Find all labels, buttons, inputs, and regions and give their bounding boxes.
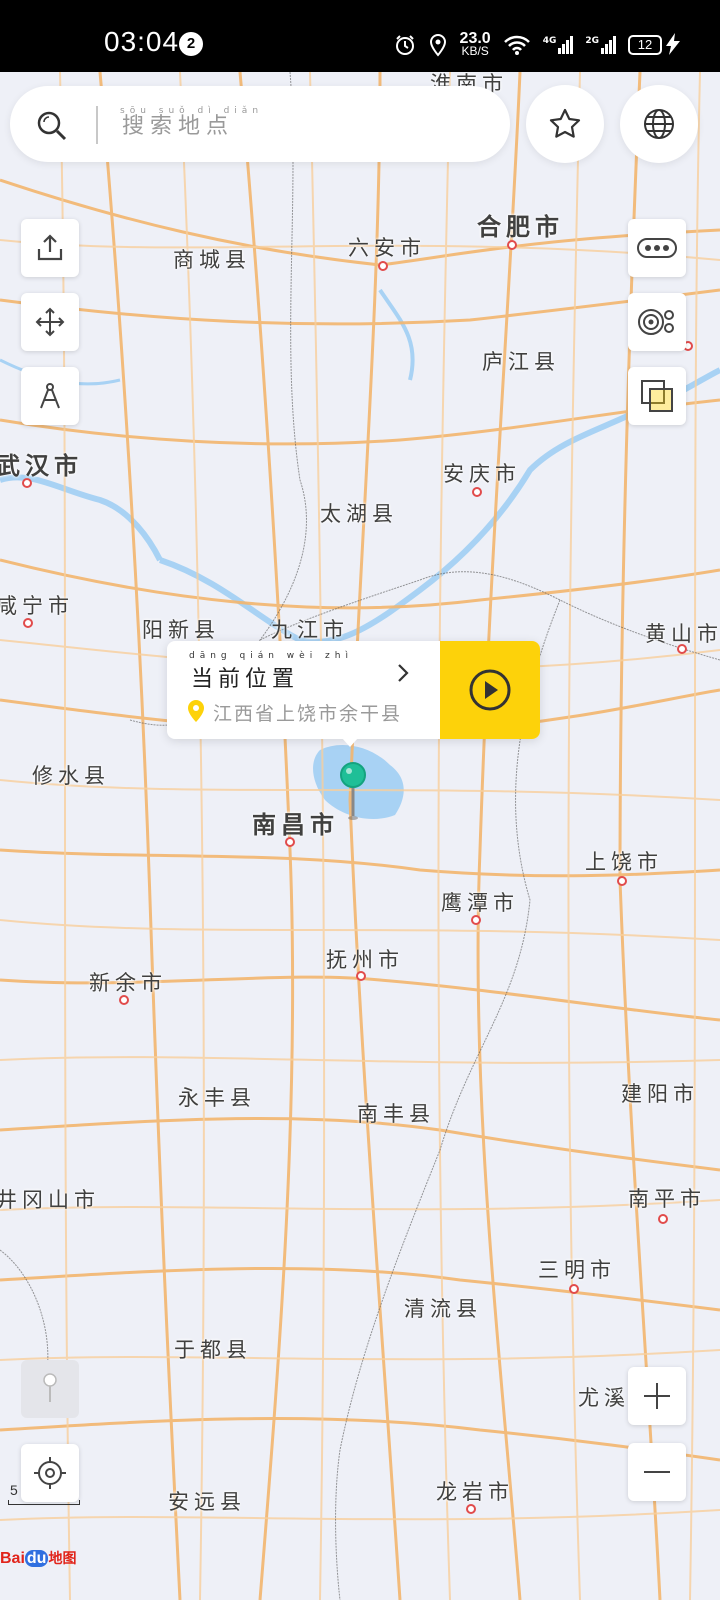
charging-icon — [666, 33, 680, 55]
map-label[interactable]: 南丰县 — [357, 1098, 435, 1128]
signal-4g-icon: 4G — [543, 36, 574, 54]
map-label[interactable]: 抚州市 — [326, 944, 404, 974]
map-label[interactable]: 黄山市 — [645, 618, 720, 648]
map-label[interactable]: 庐江县 — [482, 346, 560, 376]
globe-icon — [644, 109, 674, 139]
share-button[interactable] — [21, 219, 79, 277]
alarm-icon — [395, 35, 414, 55]
map-label[interactable]: 武汉市 — [0, 446, 83, 481]
move-button[interactable] — [21, 293, 79, 351]
more-dots-icon — [637, 238, 677, 258]
map-label[interactable]: 上饶市 — [585, 846, 663, 876]
circles-icon — [638, 309, 674, 335]
map-label[interactable]: 六安市 — [348, 232, 426, 262]
map-label[interactable]: 修水县 — [32, 760, 110, 790]
map-label[interactable]: 永丰县 — [178, 1082, 256, 1112]
map-label[interactable]: 咸宁市 — [0, 590, 74, 620]
net-speed: 23.0 KB/S — [459, 30, 491, 58]
map-label[interactable]: 阳新县 — [142, 614, 220, 644]
globe-button[interactable] — [620, 85, 698, 163]
popup-title: 当前位置 — [191, 667, 300, 692]
star-icon — [549, 108, 581, 138]
map-label[interactable]: 南平市 — [628, 1183, 706, 1213]
map-label[interactable]: 新余市 — [89, 967, 167, 997]
popup-address: 江西省上饶市余干县 — [213, 703, 403, 725]
measure-button[interactable] — [21, 367, 79, 425]
notification-badge: 2 — [179, 32, 203, 56]
baidu-map-logo: Bai du 地图 — [0, 1550, 77, 1567]
current-location-popup[interactable]: dāng qián wèi zhì 当前位置 江西省上饶市余干县 — [167, 641, 540, 739]
signal-2g-icon: 2G — [585, 36, 616, 54]
play-circle-icon — [469, 669, 511, 711]
navigate-play-button[interactable] — [440, 641, 540, 739]
map-label[interactable]: 南昌市 — [252, 805, 339, 840]
search-bar[interactable]: 搜索地点 sōu suǒ dì diǎn — [10, 86, 510, 162]
move-arrows-icon — [35, 307, 65, 337]
map-layers-button[interactable] — [628, 367, 686, 425]
location-icon — [429, 33, 446, 57]
map-label[interactable]: 清流县 — [404, 1293, 482, 1323]
map-label[interactable]: 三明市 — [538, 1254, 616, 1284]
my-location-button[interactable] — [21, 1444, 79, 1502]
pin-small-icon — [43, 1373, 57, 1402]
compass-drafting-icon — [40, 383, 60, 409]
search-placeholder-pinyin: sōu suǒ dì diǎn — [120, 106, 264, 116]
street-view-button[interactable] — [21, 1360, 79, 1418]
map-label[interactable]: 建阳市 — [621, 1078, 699, 1108]
map-label[interactable]: 龙岩市 — [436, 1476, 514, 1506]
map-label[interactable]: 安庆市 — [443, 458, 521, 488]
minus-icon — [644, 1471, 670, 1473]
status-bar: 03:04 2 23.0 KB/S 4G 2G 12 — [0, 0, 720, 72]
search-icon — [37, 111, 67, 141]
chevron-right-icon — [398, 664, 409, 682]
battery-icon: 12 — [628, 35, 662, 55]
favorites-button[interactable] — [526, 85, 604, 163]
map-label[interactable]: 太湖县 — [320, 498, 398, 528]
map-label[interactable]: 商城县 — [173, 244, 251, 274]
plus-icon — [644, 1383, 670, 1409]
map-label[interactable]: 井冈山市 — [0, 1184, 100, 1214]
crosshair-icon — [34, 1457, 66, 1489]
more-options-button[interactable] — [628, 219, 686, 277]
layers-icon — [641, 380, 673, 412]
search-divider — [96, 106, 98, 144]
location-pin-icon — [188, 700, 204, 722]
scale-label: 5 — [10, 1482, 18, 1498]
map-label[interactable]: 九江市 — [271, 614, 349, 644]
zoom-in-button[interactable] — [628, 1367, 686, 1425]
map-label[interactable]: 合肥市 — [477, 207, 564, 242]
clock: 03:04 — [104, 26, 180, 57]
zoom-out-button[interactable] — [628, 1443, 686, 1501]
layers-style-button[interactable] — [628, 293, 686, 351]
map-label[interactable]: 安远县 — [168, 1486, 246, 1516]
location-pin-marker[interactable] — [338, 762, 368, 822]
popup-title-pinyin: dāng qián wèi zhì — [189, 651, 353, 661]
map-label[interactable]: 鹰潭市 — [441, 887, 519, 917]
popup-pointer — [342, 738, 358, 747]
wifi-icon — [503, 35, 530, 55]
share-upload-icon — [37, 234, 63, 261]
map-label[interactable]: 于都县 — [174, 1334, 252, 1364]
map-canvas[interactable]: 淮南市 合肥市 六安市 商城县 庐江县 武汉市 安庆市 太湖县 咸宁市 阳新县 … — [0, 72, 720, 1600]
map-base — [0, 72, 720, 1600]
scale-bar — [8, 1500, 80, 1505]
